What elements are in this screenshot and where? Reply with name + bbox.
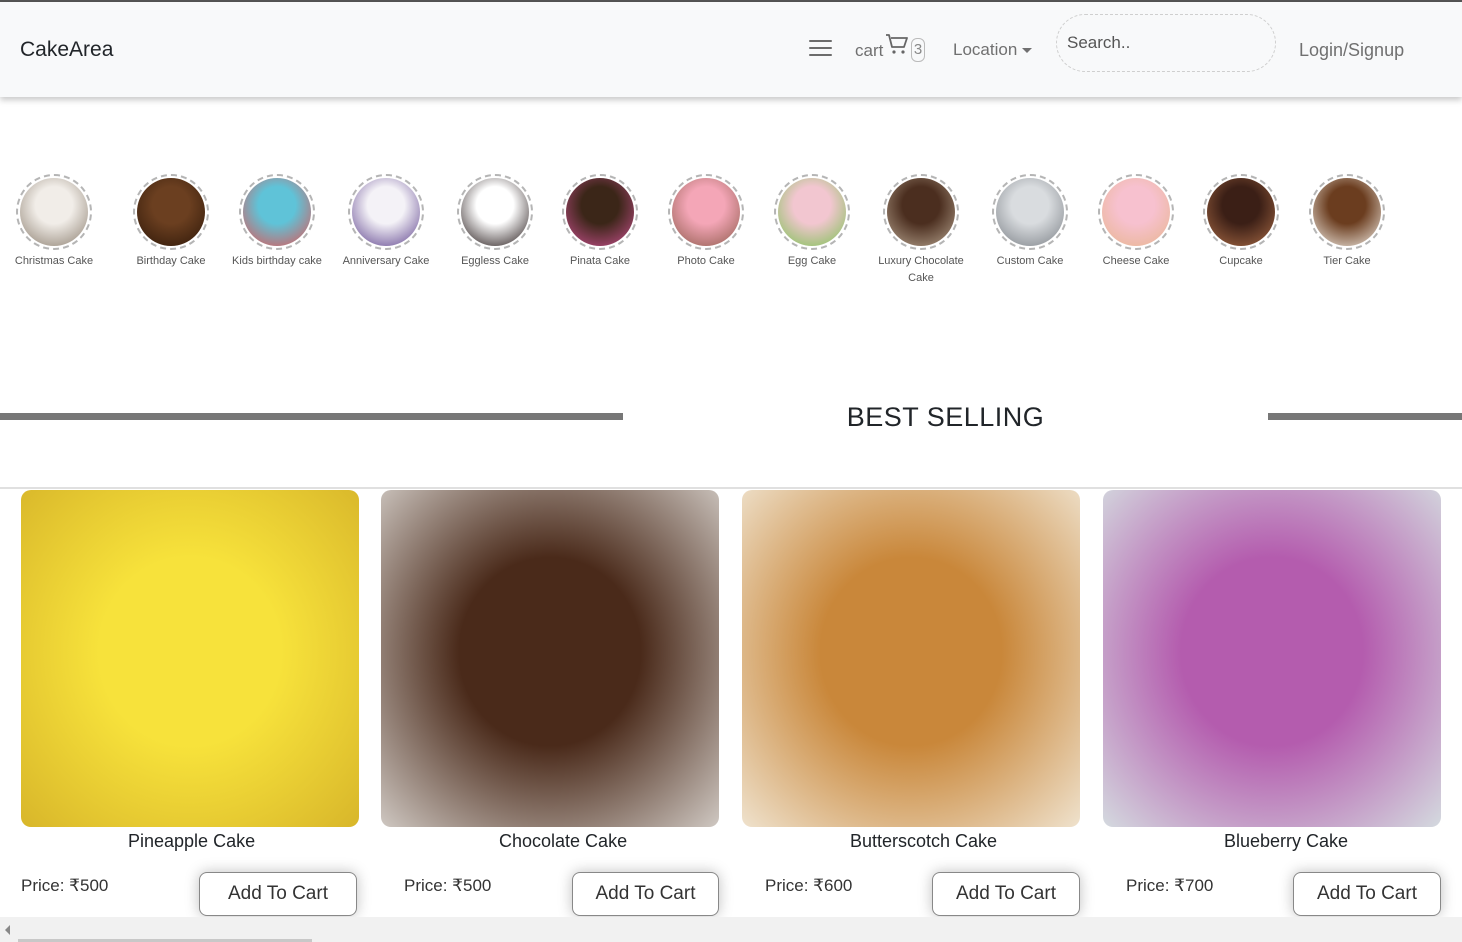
section-rule-left (0, 413, 623, 420)
product-card-pineapple: Pineapple Cake Price: ₹500 Add To Cart (21, 490, 359, 916)
category-item-christmas-cake[interactable]: Christmas Cake (0, 174, 109, 270)
category-item-eggless-cake[interactable]: Eggless Cake (440, 174, 550, 270)
category-label: Photo Cake (677, 255, 735, 267)
category-image (1207, 178, 1275, 246)
category-image (778, 178, 846, 246)
category-item-anniversary-cake[interactable]: Anniversary Cake (331, 174, 441, 270)
product-card-butterscotch: Butterscotch Cake Price: ₹600 Add To Car… (742, 490, 1080, 916)
category-item-pinata-cake[interactable]: Pinata Cake (545, 174, 655, 270)
product-price: Price: ₹600 (765, 876, 853, 895)
category-label: Luxury Chocolate Cake (878, 255, 964, 284)
category-image (1313, 178, 1381, 246)
horizontal-scrollbar[interactable] (0, 917, 1462, 942)
login-signup-link[interactable]: Login/Signup (1299, 40, 1404, 61)
product-name: Butterscotch Cake (850, 831, 998, 851)
category-label: Kids birthday cake (232, 255, 322, 267)
section-rule-right (1268, 413, 1462, 420)
category-image (352, 178, 420, 246)
product-name: Pineapple Cake (128, 831, 256, 851)
add-to-cart-button[interactable]: Add To Cart (199, 872, 357, 916)
category-item-kids-birthday-cake[interactable]: Kids birthday cake (222, 174, 332, 270)
add-to-cart-button[interactable]: Add To Cart (572, 872, 719, 916)
product-image[interactable] (1103, 490, 1441, 827)
add-to-cart-button[interactable]: Add To Cart (1293, 872, 1441, 916)
brand-logo[interactable]: CakeArea (20, 38, 113, 62)
category-label: Cheese Cake (1102, 255, 1170, 267)
product-name: Chocolate Cake (499, 831, 628, 851)
category-item-tier-cake[interactable]: Tier Cake (1292, 174, 1402, 270)
cart-label: cart (855, 41, 884, 60)
product-price: Price: ₹500 (21, 876, 109, 895)
product-card-blueberry: Blueberry Cake Price: ₹700 Add To Cart (1103, 490, 1441, 916)
location-label: Location (953, 40, 1018, 59)
hamburger-menu-icon[interactable] (809, 40, 832, 58)
category-image (243, 178, 311, 246)
category-label: Custom Cake (996, 255, 1064, 267)
category-image (137, 178, 205, 246)
caret-down-icon (1022, 48, 1033, 54)
category-item-custom-cake[interactable]: Custom Cake (975, 174, 1085, 270)
category-label: Tier Cake (1323, 255, 1371, 267)
category-item-cheese-cake[interactable]: Cheese Cake (1081, 174, 1191, 270)
category-image (461, 178, 529, 246)
category-carousel: Christmas Cake Birthday Cake Kids birthd… (0, 174, 1462, 294)
category-label: Pinata Cake (570, 255, 630, 267)
category-label: Cupcake (1219, 255, 1263, 267)
category-image (20, 178, 88, 246)
category-item-egg-cake[interactable]: Egg Cake (757, 174, 867, 270)
category-label: Birthday Cake (136, 255, 206, 267)
add-to-cart-button[interactable]: Add To Cart (932, 872, 1080, 916)
product-price: Price: ₹700 (1126, 876, 1214, 895)
category-image (566, 178, 634, 246)
product-name: Blueberry Cake (1224, 831, 1349, 851)
navbar: CakeArea cart 3 Location Login/Signup (0, 2, 1462, 97)
cart-count-badge: 3 (911, 38, 925, 62)
category-label: Anniversary Cake (342, 255, 430, 267)
category-label: Egg Cake (787, 255, 837, 267)
category-image (887, 178, 955, 246)
category-image (672, 178, 740, 246)
category-item-cupcake[interactable]: Cupcake (1186, 174, 1296, 270)
product-image[interactable] (742, 490, 1080, 827)
section-divider (0, 487, 1462, 489)
category-image (996, 178, 1064, 246)
product-image[interactable] (381, 490, 719, 827)
category-label: Eggless Cake (461, 255, 529, 267)
product-price: Price: ₹500 (404, 876, 492, 895)
category-item-birthday-cake[interactable]: Birthday Cake (116, 174, 226, 270)
category-item-luxury-chocolate-cake[interactable]: Luxury Chocolate Cake (866, 174, 976, 287)
product-image[interactable] (21, 490, 359, 827)
category-label: Christmas Cake (14, 255, 94, 267)
product-card-chocolate: Chocolate Cake Price: ₹500 Add To Cart (381, 490, 719, 916)
cart-icon (886, 34, 908, 54)
category-item-photo-cake[interactable]: Photo Cake (651, 174, 761, 270)
search-input[interactable] (1056, 14, 1276, 72)
category-image (1102, 178, 1170, 246)
location-dropdown[interactable]: Location (953, 40, 1033, 60)
scroll-left-icon[interactable] (5, 925, 10, 935)
best-selling-title: BEST SELLING (846, 402, 1045, 432)
